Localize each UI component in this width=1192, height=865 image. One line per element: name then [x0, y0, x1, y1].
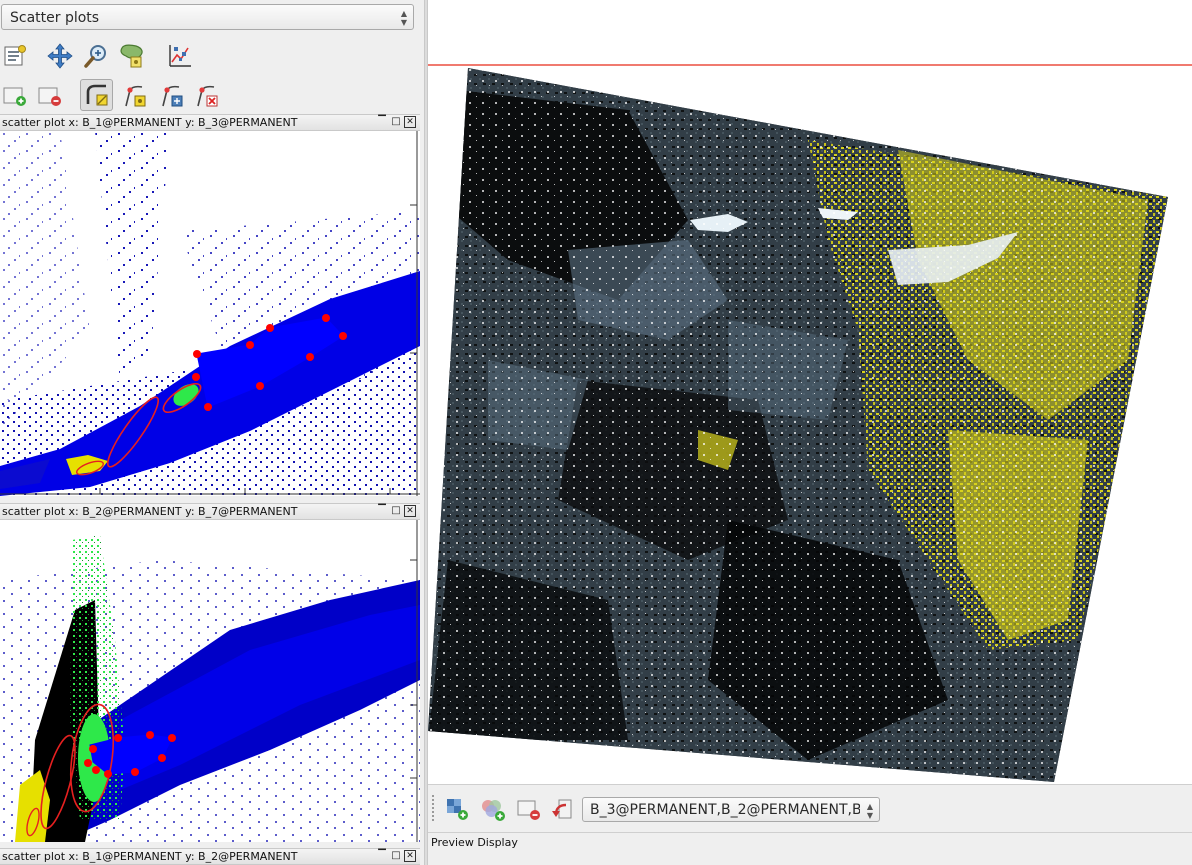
plot-1-titlebar[interactable]: scatter plot x: B_1@PERMANENT y: B_3@PER…	[0, 114, 420, 131]
close-icon[interactable]: ✕	[404, 505, 416, 517]
add-vertex-icon[interactable]	[120, 81, 150, 111]
plot-3-titlebar[interactable]: scatter plot x: B_1@PERMANENT y: B_2@PER…	[0, 848, 420, 865]
polygon-vertex[interactable]	[246, 341, 254, 349]
edit-polygon-icon[interactable]	[80, 79, 113, 111]
polygon-vertex[interactable]	[193, 350, 201, 358]
polygon-vertex[interactable]	[92, 766, 100, 774]
plot-2-titlebar[interactable]: scatter plot x: B_2@PERMANENT y: B_7@PER…	[0, 503, 420, 520]
polygon-vertex[interactable]	[266, 324, 274, 332]
preview-display-panel: Preview Display	[428, 832, 1192, 865]
remove-layer-icon[interactable]	[514, 794, 544, 824]
scatter-plot-panel: Scatter plots ▲ ▼ scatter plot x: B_1@PE…	[0, 0, 424, 865]
map-canvas[interactable]	[428, 0, 1192, 784]
close-icon[interactable]: ✕	[404, 116, 416, 128]
polygon-vertex[interactable]	[146, 731, 154, 739]
maximize-icon[interactable]: □	[390, 850, 402, 862]
polygon-vertex[interactable]	[158, 754, 166, 762]
preview-display-title: Preview Display	[431, 836, 518, 849]
add-rgb-icon[interactable]	[478, 794, 508, 824]
maximize-icon[interactable]: □	[390, 505, 402, 517]
polygon-vertex[interactable]	[339, 332, 347, 340]
zoom-icon[interactable]	[81, 41, 111, 71]
toolbar-row-1	[0, 40, 420, 72]
bottom-toolbar: B_3@PERMANENT,B_2@PERMANENT,B ▲ ▼	[428, 784, 1192, 832]
polygon-vertex[interactable]	[104, 770, 112, 778]
undo-icon[interactable]	[548, 794, 578, 824]
toolbar-grip	[432, 795, 437, 821]
layer-select-value: B_3@PERMANENT,B_2@PERMANENT,B	[590, 802, 860, 818]
polygon-vertex[interactable]	[114, 734, 122, 742]
add-category-icon[interactable]	[0, 81, 30, 111]
chart-icon[interactable]	[165, 41, 195, 71]
minimize-icon[interactable]: ▔	[376, 850, 388, 862]
settings-icon[interactable]	[0, 41, 30, 71]
maximize-icon[interactable]: □	[390, 116, 402, 128]
speckle-noise	[428, 68, 1168, 782]
close-icon[interactable]: ✕	[404, 850, 416, 862]
minimize-icon[interactable]: ▔	[376, 505, 388, 517]
scatter-plot-1[interactable]	[0, 131, 420, 496]
layer-select[interactable]: B_3@PERMANENT,B_2@PERMANENT,B ▲ ▼	[582, 797, 880, 822]
toolbar-row-2	[0, 79, 420, 113]
minimize-icon[interactable]: ▔	[376, 116, 388, 128]
polygon-vertex[interactable]	[131, 768, 139, 776]
add-raster-icon[interactable]	[442, 794, 472, 824]
polygon-vertex[interactable]	[168, 734, 176, 742]
pan-icon[interactable]	[45, 41, 75, 71]
polygon-vertex[interactable]	[192, 373, 200, 381]
polygon-vertex[interactable]	[306, 353, 314, 361]
plot-3-title: scatter plot x: B_1@PERMANENT y: B_2@PER…	[2, 850, 298, 863]
select-arrows-icon: ▲ ▼	[400, 9, 408, 27]
select-arrows-icon: ▲ ▼	[866, 802, 874, 820]
move-vertex-icon[interactable]	[157, 81, 187, 111]
plot-type-value: Scatter plots	[10, 10, 100, 26]
plot-type-select[interactable]: Scatter plots ▲ ▼	[1, 4, 414, 30]
remove-vertex-icon[interactable]	[192, 81, 222, 111]
plot-2-title: scatter plot x: B_2@PERMANENT y: B_7@PER…	[2, 505, 298, 518]
select-area-icon[interactable]	[117, 41, 147, 71]
polygon-vertex[interactable]	[204, 403, 212, 411]
plot-1-title: scatter plot x: B_1@PERMANENT y: B_3@PER…	[2, 116, 298, 129]
remove-category-icon[interactable]	[35, 81, 65, 111]
polygon-vertex[interactable]	[89, 745, 97, 753]
polygon-vertex[interactable]	[256, 382, 264, 390]
polygon-vertex[interactable]	[322, 314, 330, 322]
scatter-plot-2[interactable]	[0, 520, 420, 842]
polygon-vertex[interactable]	[84, 759, 92, 767]
